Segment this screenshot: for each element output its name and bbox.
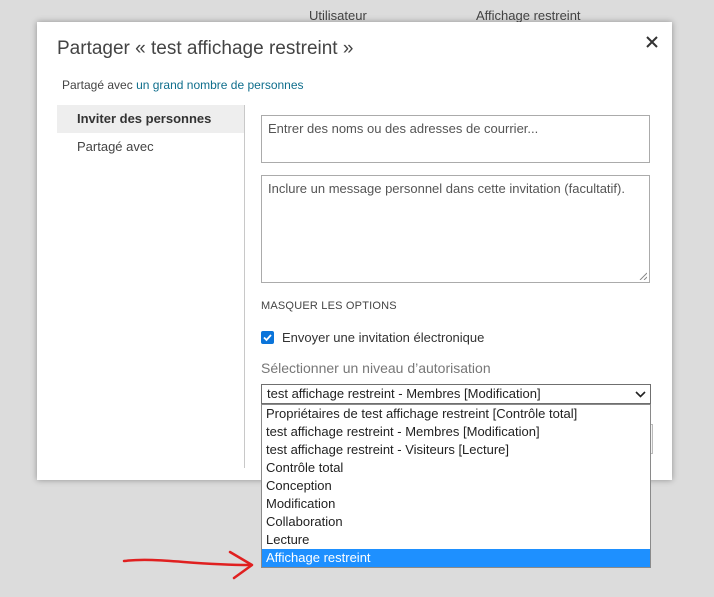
permission-option[interactable]: Lecture	[262, 531, 650, 549]
permission-option[interactable]: Collaboration	[262, 513, 650, 531]
names-input[interactable]: Entrer des noms ou des adresses de courr…	[261, 115, 650, 163]
shared-with-prefix: Partagé avec	[62, 78, 133, 92]
bg-column-header-user: Utilisateur	[309, 8, 367, 23]
nav-item-shared-with[interactable]: Partagé avec	[57, 133, 244, 161]
permission-option[interactable]: Contrôle total	[262, 459, 650, 477]
message-placeholder: Inclure un message personnel dans cette …	[268, 181, 625, 196]
shared-with-line: Partagé avec un grand nombre de personne…	[62, 78, 304, 92]
names-placeholder: Entrer des noms ou des adresses de courr…	[268, 121, 539, 136]
message-textarea[interactable]: Inclure un message personnel dans cette …	[261, 175, 650, 283]
hide-options-toggle[interactable]: MASQUER LES OPTIONS	[261, 300, 397, 312]
permission-option[interactable]: test affichage restreint - Visiteurs [Le…	[262, 441, 650, 459]
send-invite-label: Envoyer une invitation électronique	[282, 330, 485, 345]
chevron-down-icon	[635, 391, 646, 398]
nav-divider	[244, 105, 245, 468]
permission-dropdown-list: Propriétaires de test affichage restrein…	[261, 404, 651, 568]
permission-selected-value: test affichage restreint - Membres [Modi…	[267, 386, 541, 401]
close-icon	[646, 36, 658, 48]
dialog-nav: Inviter des personnes Partagé avec	[57, 105, 244, 161]
permission-option[interactable]: Propriétaires de test affichage restrein…	[262, 405, 650, 423]
close-button[interactable]	[644, 34, 660, 50]
permission-option-highlighted[interactable]: Affichage restreint	[262, 549, 650, 567]
check-icon	[263, 334, 272, 342]
permission-select[interactable]: test affichage restreint - Membres [Modi…	[261, 384, 651, 404]
permission-option[interactable]: test affichage restreint - Membres [Modi…	[262, 423, 650, 441]
send-invite-row: Envoyer une invitation électronique	[261, 330, 484, 345]
nav-item-invite[interactable]: Inviter des personnes	[57, 105, 244, 133]
shared-with-link[interactable]: un grand nombre de personnes	[136, 78, 303, 92]
permission-option[interactable]: Modification	[262, 495, 650, 513]
dialog-title: Partager « test affichage restreint »	[57, 38, 354, 59]
annotation-arrow-icon	[122, 550, 254, 580]
resize-grip-icon[interactable]	[639, 272, 647, 280]
bg-column-header-permission: Affichage restreint	[476, 8, 581, 23]
permission-option[interactable]: Conception	[262, 477, 650, 495]
permission-label: Sélectionner un niveau d’autorisation	[261, 360, 491, 376]
send-invite-checkbox[interactable]	[261, 331, 274, 345]
